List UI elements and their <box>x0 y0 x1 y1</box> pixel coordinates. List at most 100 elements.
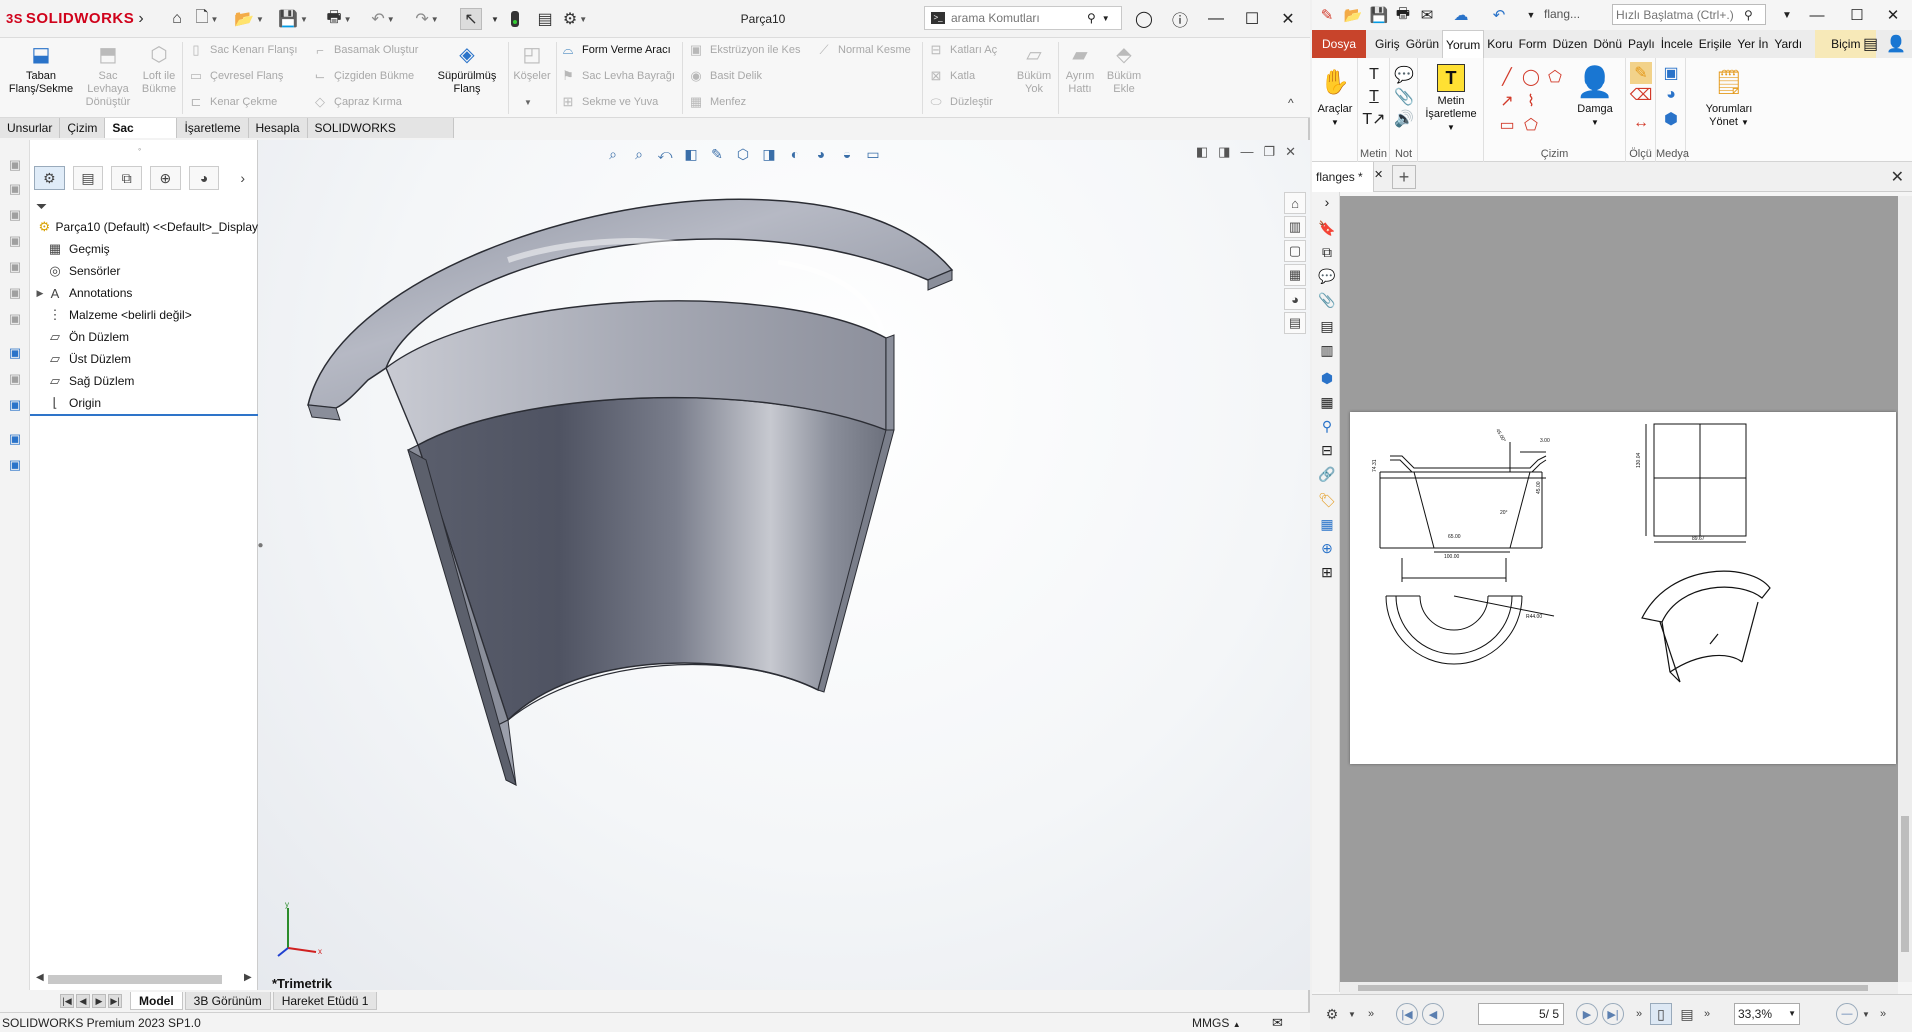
polyline-icon[interactable]: ⌇ <box>1520 90 1542 112</box>
cross-break-button[interactable]: ◇ Çapraz Kırma <box>312 92 402 112</box>
continuous-page-icon[interactable]: ▤ <box>1676 1003 1698 1025</box>
zoom-to-fit-icon[interactable]: ⌕ <box>603 144 623 164</box>
tab-protect[interactable]: Koru <box>1484 30 1515 58</box>
tool-icon[interactable]: ▣ <box>6 344 24 362</box>
display-style-icon[interactable]: ◨ <box>759 144 779 164</box>
tree-item-annotations[interactable]: ▶ A Annotations <box>30 282 258 304</box>
sw-menu-arrow-icon[interactable]: › <box>130 8 152 30</box>
doc-minimize-icon[interactable]: — <box>1240 144 1253 160</box>
convert-to-sheet-metal-button[interactable]: ⬒ Sac Levhaya Dönüştür <box>80 42 136 109</box>
first-page-icon[interactable]: |◀ <box>1396 1003 1418 1025</box>
search-icon[interactable]: ⚲ <box>1087 11 1096 25</box>
next-page-icon[interactable]: ▶ <box>1576 1003 1598 1025</box>
command-search-box[interactable]: >_ ⚲ ▼ <box>924 6 1122 30</box>
rollback-bar[interactable] <box>30 414 258 416</box>
tab-accessibility[interactable]: Erişile <box>1696 30 1735 58</box>
maximize-icon[interactable]: ☐ <box>1236 6 1268 32</box>
pdf-document-view[interactable]: 3.00 45.00° 74.31 45.00 65.00 100.00 20° <box>1340 196 1898 982</box>
tree-item-sensors[interactable]: ◎ Sensörler <box>30 260 258 282</box>
pdf-vertical-scrollbar[interactable] <box>1898 196 1912 982</box>
tree-item-origin[interactable]: ⌊ Origin <box>30 392 258 414</box>
close-icon[interactable]: ✕ <box>1878 4 1908 26</box>
dimxpert-tab-icon[interactable]: ⊕ <box>150 166 181 190</box>
tool-icon[interactable]: ▣ <box>6 232 24 250</box>
collapse-ribbon-icon[interactable]: ^ <box>1288 96 1294 110</box>
tools-button[interactable]: ✋ Araçlar ▼ <box>1316 64 1354 129</box>
user-icon[interactable]: 👤 <box>1886 34 1906 54</box>
minimize-icon[interactable]: — <box>1802 4 1832 26</box>
tree-root[interactable]: ⚙ Parça10 (Default) <<Default>_Display <box>30 216 258 238</box>
pencil-icon[interactable]: ✎ <box>1630 62 1652 84</box>
maximize-icon[interactable]: ☐ <box>1842 4 1872 26</box>
swept-flange-button[interactable]: ◈ Süpürülmüş Flanş <box>432 42 502 96</box>
layers-icon[interactable]: ▤ <box>1317 316 1337 336</box>
document-settings-icon[interactable]: ▤ <box>1863 34 1878 54</box>
new-tab-icon[interactable]: + <box>1392 165 1416 189</box>
pentagon-icon[interactable]: ⬠ <box>1520 114 1542 136</box>
text-markup-button[interactable]: T Metin İşaretleme ▼ <box>1420 64 1482 134</box>
note-icon[interactable]: 💬 <box>1393 64 1415 86</box>
quick-launch-input[interactable] <box>1616 7 1744 22</box>
close-document-icon[interactable]: ✕ <box>1891 167 1904 187</box>
pdf-horizontal-scrollbar[interactable] <box>1340 982 1898 994</box>
flatten-button[interactable]: ⬭ Düzleştir <box>928 92 992 112</box>
tile-left-icon[interactable]: ◧ <box>1196 144 1208 160</box>
unfold-button[interactable]: ⊟ Katları Aç <box>928 40 998 60</box>
open-icon[interactable]: 📂 ▼ <box>234 8 264 30</box>
file-properties-icon[interactable]: ▤ <box>534 8 556 30</box>
extruded-cut-button[interactable]: ▣ Ekstrüzyon ile Kes <box>688 40 801 60</box>
bookmark-icon[interactable]: 🔖 <box>1317 218 1337 238</box>
command-search-input[interactable] <box>951 11 1081 25</box>
next-tab-icon[interactable]: ▶ <box>92 994 106 1008</box>
filter-icon[interactable]: ⏷ <box>36 198 47 215</box>
cut-edge-right[interactable] <box>885 334 895 431</box>
zoom-selector[interactable]: 33,3% ▼ <box>1734 1003 1800 1025</box>
tree-item-top-plane[interactable]: ▱ Üst Düzlem <box>30 348 258 370</box>
attachments-icon[interactable]: 📎 <box>1317 290 1337 310</box>
print-icon[interactable]: 🖶 ▼ <box>326 8 351 30</box>
miter-flange-button[interactable]: ▭ Çevresel Flanş <box>188 66 284 86</box>
configuration-manager-tab-icon[interactable]: ⧉ <box>111 166 143 190</box>
view-palette-icon[interactable]: ▦ <box>1284 264 1306 286</box>
appearances-icon[interactable]: ◕ <box>1284 288 1306 310</box>
tree-item-front-plane[interactable]: ▱ Ön Düzlem <box>30 326 258 348</box>
tile-right-icon[interactable]: ◨ <box>1218 144 1230 160</box>
tab-bookmarks[interactable]: Yer İn <box>1734 30 1771 58</box>
no-bends-button[interactable]: ▱ Büküm Yok <box>1012 42 1056 96</box>
tool-icon[interactable]: ▣ <box>6 430 24 448</box>
tab-comment[interactable]: Yorum <box>1442 30 1485 58</box>
tree-item-history[interactable]: ▦ Geçmiş <box>30 238 258 260</box>
display-manager-tab-icon[interactable]: ◕ <box>188 166 220 190</box>
3d-object-icon[interactable]: ⬢ <box>1660 108 1682 130</box>
pdf-page[interactable]: 3.00 45.00° 74.31 45.00 65.00 100.00 20° <box>1350 412 1896 764</box>
tool-icon[interactable]: ▣ <box>6 156 24 174</box>
first-tab-icon[interactable]: |◀ <box>60 994 74 1008</box>
tab-home[interactable]: Giriş <box>1372 30 1403 58</box>
tree-item-material[interactable]: ⋮ Malzeme <belirli değil> <box>30 304 258 326</box>
expand-arrow-icon[interactable]: ▶ <box>34 288 46 299</box>
apply-scene-icon[interactable]: ◒ <box>837 144 857 164</box>
eraser-icon[interactable]: ⌫ <box>1630 84 1653 106</box>
tool-icon[interactable]: ▣ <box>6 258 24 276</box>
tab-evaluate[interactable]: Hesapla <box>248 118 308 138</box>
tab-edit[interactable]: Düzen <box>1550 30 1591 58</box>
textbox-icon[interactable]: T̲ <box>1363 86 1385 108</box>
content-icon[interactable]: ▥ <box>1317 340 1337 360</box>
settings-gear-icon[interactable]: ⚙ <box>1320 1003 1344 1025</box>
tab-share[interactable]: Paylı <box>1625 30 1658 58</box>
rectangle-icon[interactable]: ▭ <box>1496 114 1518 136</box>
custom-properties-icon[interactable]: ▤ <box>1284 312 1306 334</box>
graphics-area[interactable]: ⌕ ⌕ ⤺ ◧ ✎ ⬡ ◨ ◐ ◕ ◒ ▭ ◧ ◨ — ❐ ✕ ⌂ ▥ ▢ ▦ … <box>258 140 1310 990</box>
doc-restore-icon[interactable]: ❐ <box>1263 144 1275 160</box>
status-more-icon[interactable]: » <box>1632 1003 1646 1025</box>
section-view-icon[interactable]: ◧ <box>681 144 701 164</box>
tool-icon[interactable]: ▣ <box>6 284 24 302</box>
image-icon[interactable]: ▣ <box>1660 62 1682 84</box>
location-icon[interactable]: ⚲ <box>1317 416 1337 436</box>
arrow-icon[interactable]: ↗ <box>1496 90 1518 112</box>
tab-review[interactable]: İncele <box>1658 30 1696 58</box>
corners-dropdown-icon[interactable]: ▼ <box>524 98 532 107</box>
tree-horizontal-scrollbar[interactable]: ◀ ▶ <box>34 972 256 986</box>
tree-item-right-plane[interactable]: ▱ Sağ Düzlem <box>30 370 258 392</box>
fold-button[interactable]: ⊠ Katla <box>928 66 976 86</box>
